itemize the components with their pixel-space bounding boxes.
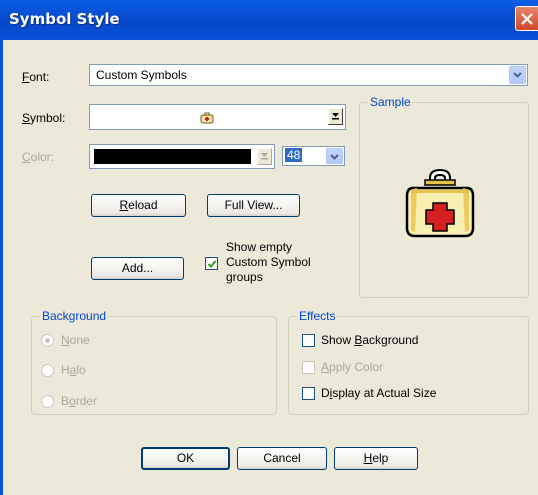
- show-background-checkbox[interactable]: [302, 334, 315, 347]
- chevron-down-icon: [330, 154, 339, 160]
- chevron-down-icon: [513, 72, 522, 78]
- background-border-label: Border: [61, 394, 98, 408]
- sample-group-title: Sample: [368, 95, 413, 109]
- dropdown-arrow-icon: [261, 153, 268, 160]
- symbol-preview-icon: [200, 112, 214, 124]
- background-group-title: Background: [40, 309, 109, 323]
- color-swatch: [94, 149, 251, 164]
- window-title: Symbol Style: [9, 10, 120, 28]
- show-empty-line2: Custom Symbol: [226, 255, 311, 269]
- background-none-label: None: [61, 333, 90, 347]
- reload-button[interactable]: Reload: [91, 194, 186, 217]
- size-dropdown-arrow[interactable]: [326, 148, 343, 164]
- add-button-label: Add...: [121, 261, 154, 275]
- color-dropdown-arrow[interactable]: [257, 148, 272, 165]
- radio-dot: [45, 338, 50, 343]
- background-halo-label: Halo: [61, 363, 86, 377]
- apply-color-checkbox[interactable]: [302, 361, 315, 374]
- show-empty-line3: groups: [226, 270, 263, 284]
- display-actual-size-label: Display at Actual Size: [321, 386, 437, 400]
- full-view-button[interactable]: Full View...: [207, 194, 300, 217]
- font-select[interactable]: Custom Symbols: [89, 64, 528, 86]
- show-empty-line1: Show empty: [226, 240, 293, 254]
- effects-group-title: Effects: [297, 309, 338, 323]
- cancel-button[interactable]: Cancel: [237, 447, 327, 470]
- show-background-label: Show Background: [321, 333, 419, 347]
- size-select[interactable]: 48: [282, 146, 345, 166]
- dropdown-arrow-icon: [332, 113, 339, 120]
- checkmark-icon: [207, 260, 217, 268]
- symbol-label: Symbol:: [22, 111, 66, 125]
- font-dropdown-arrow[interactable]: [509, 66, 526, 84]
- full-view-button-label: Full View...: [224, 198, 283, 212]
- size-value: 48: [285, 148, 303, 162]
- reload-button-label: eload: [128, 198, 158, 212]
- background-border-radio[interactable]: [41, 395, 54, 408]
- color-label: Color:: [22, 150, 55, 164]
- close-icon: [521, 13, 533, 25]
- background-none-radio[interactable]: [41, 334, 54, 347]
- apply-color-label: Apply Color: [321, 360, 384, 374]
- sample-group: Sample: [359, 95, 529, 298]
- background-halo-radio[interactable]: [41, 364, 54, 377]
- close-button[interactable]: [515, 6, 538, 31]
- ok-button-label: OK: [176, 451, 195, 465]
- reload-button-mnemonic: R: [119, 198, 129, 212]
- font-select-value: Custom Symbols: [96, 68, 187, 82]
- symbol-dropdown-arrow[interactable]: [328, 108, 343, 125]
- show-empty-checkbox[interactable]: [205, 257, 218, 270]
- cancel-button-label: Cancel: [263, 451, 301, 465]
- show-empty-label: Show empty Custom Symbol groups: [226, 240, 311, 285]
- color-select[interactable]: [89, 144, 275, 169]
- help-button[interactable]: Help: [334, 447, 418, 470]
- title-bar: Symbol Style: [0, 0, 538, 40]
- first-aid-kit-icon: [405, 168, 475, 238]
- display-actual-size-checkbox[interactable]: [302, 387, 315, 400]
- add-button[interactable]: Add...: [91, 257, 184, 280]
- symbol-select[interactable]: [89, 104, 346, 130]
- help-button-label: elp: [372, 451, 389, 465]
- ok-button[interactable]: OK: [141, 447, 230, 470]
- font-label: Font:: [22, 70, 50, 84]
